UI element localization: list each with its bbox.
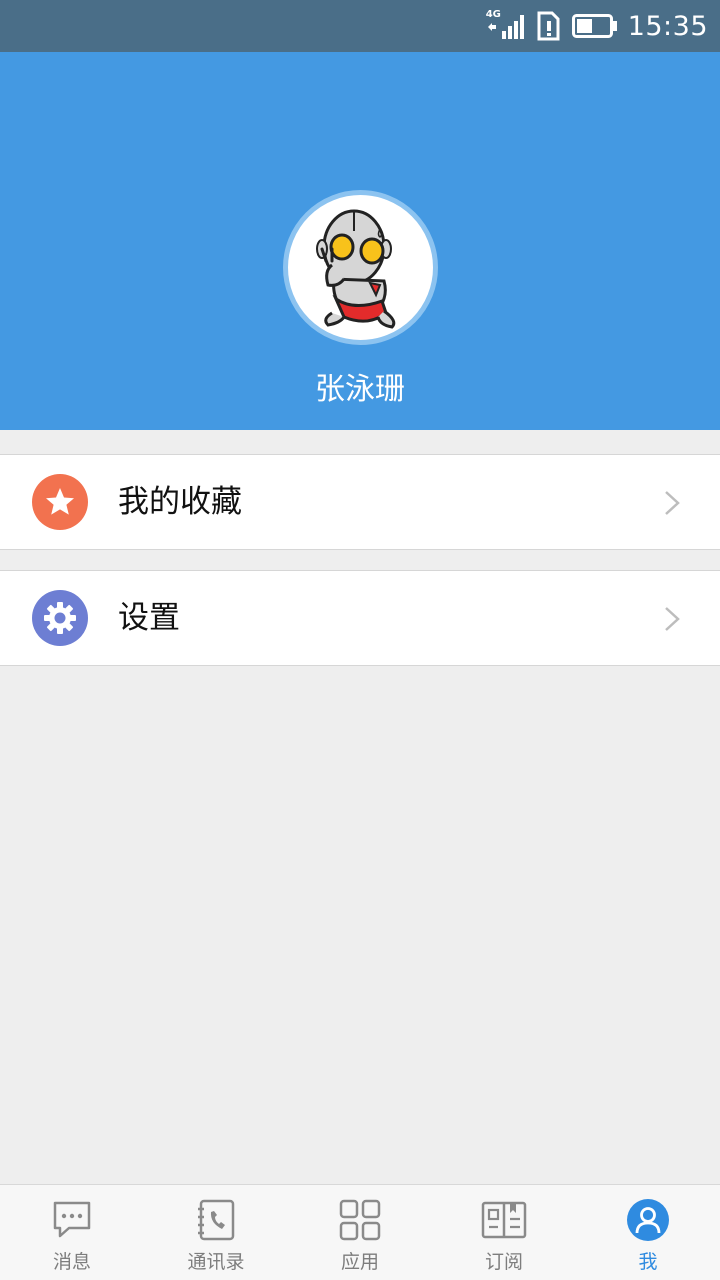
nav-label: 订阅 [484, 1251, 523, 1273]
settings-label: 设置 [118, 600, 180, 636]
nav-label: 我 [638, 1251, 658, 1273]
status-bar: 4G 15:35 [0, 0, 720, 52]
status-time: 15:35 [627, 10, 708, 42]
ultraman-avatar-icon [316, 209, 396, 329]
status-icons: 4G 15:35 [486, 0, 708, 52]
chat-bubble-icon [49, 1197, 95, 1243]
nav-messages[interactable]: 消息 [0, 1185, 144, 1280]
settings-row[interactable]: 设置 [0, 570, 720, 666]
nav-apps[interactable]: 应用 [288, 1185, 432, 1280]
chevron-right-icon [665, 491, 680, 515]
nav-label: 应用 [340, 1251, 379, 1273]
chevron-right-icon [665, 607, 680, 631]
nav-subscriptions[interactable]: 订阅 [432, 1185, 576, 1280]
nav-label: 消息 [52, 1251, 91, 1273]
star-icon [32, 474, 88, 530]
person-icon [625, 1197, 671, 1243]
favorites-label: 我的收藏 [118, 484, 242, 520]
subscription-icon [481, 1197, 527, 1243]
contacts-phone-icon [193, 1197, 239, 1243]
profile-header: 张泳珊 [0, 52, 720, 430]
username: 张泳珊 [315, 372, 405, 407]
bottom-nav: 消息 通讯录 应用 订阅 我 [0, 1184, 720, 1280]
nav-contacts[interactable]: 通讯录 [144, 1185, 288, 1280]
signal-icon: 4G [485, 9, 526, 41]
apps-grid-icon [337, 1197, 383, 1243]
battery-icon [571, 14, 618, 38]
network-type-label: 4G [485, 9, 501, 20]
avatar[interactable] [283, 190, 438, 345]
nav-label: 通讯录 [187, 1251, 245, 1273]
sim-alert-icon [536, 11, 562, 41]
gear-icon [32, 590, 88, 646]
favorites-row[interactable]: 我的收藏 [0, 454, 720, 550]
nav-me[interactable]: 我 [576, 1185, 720, 1280]
